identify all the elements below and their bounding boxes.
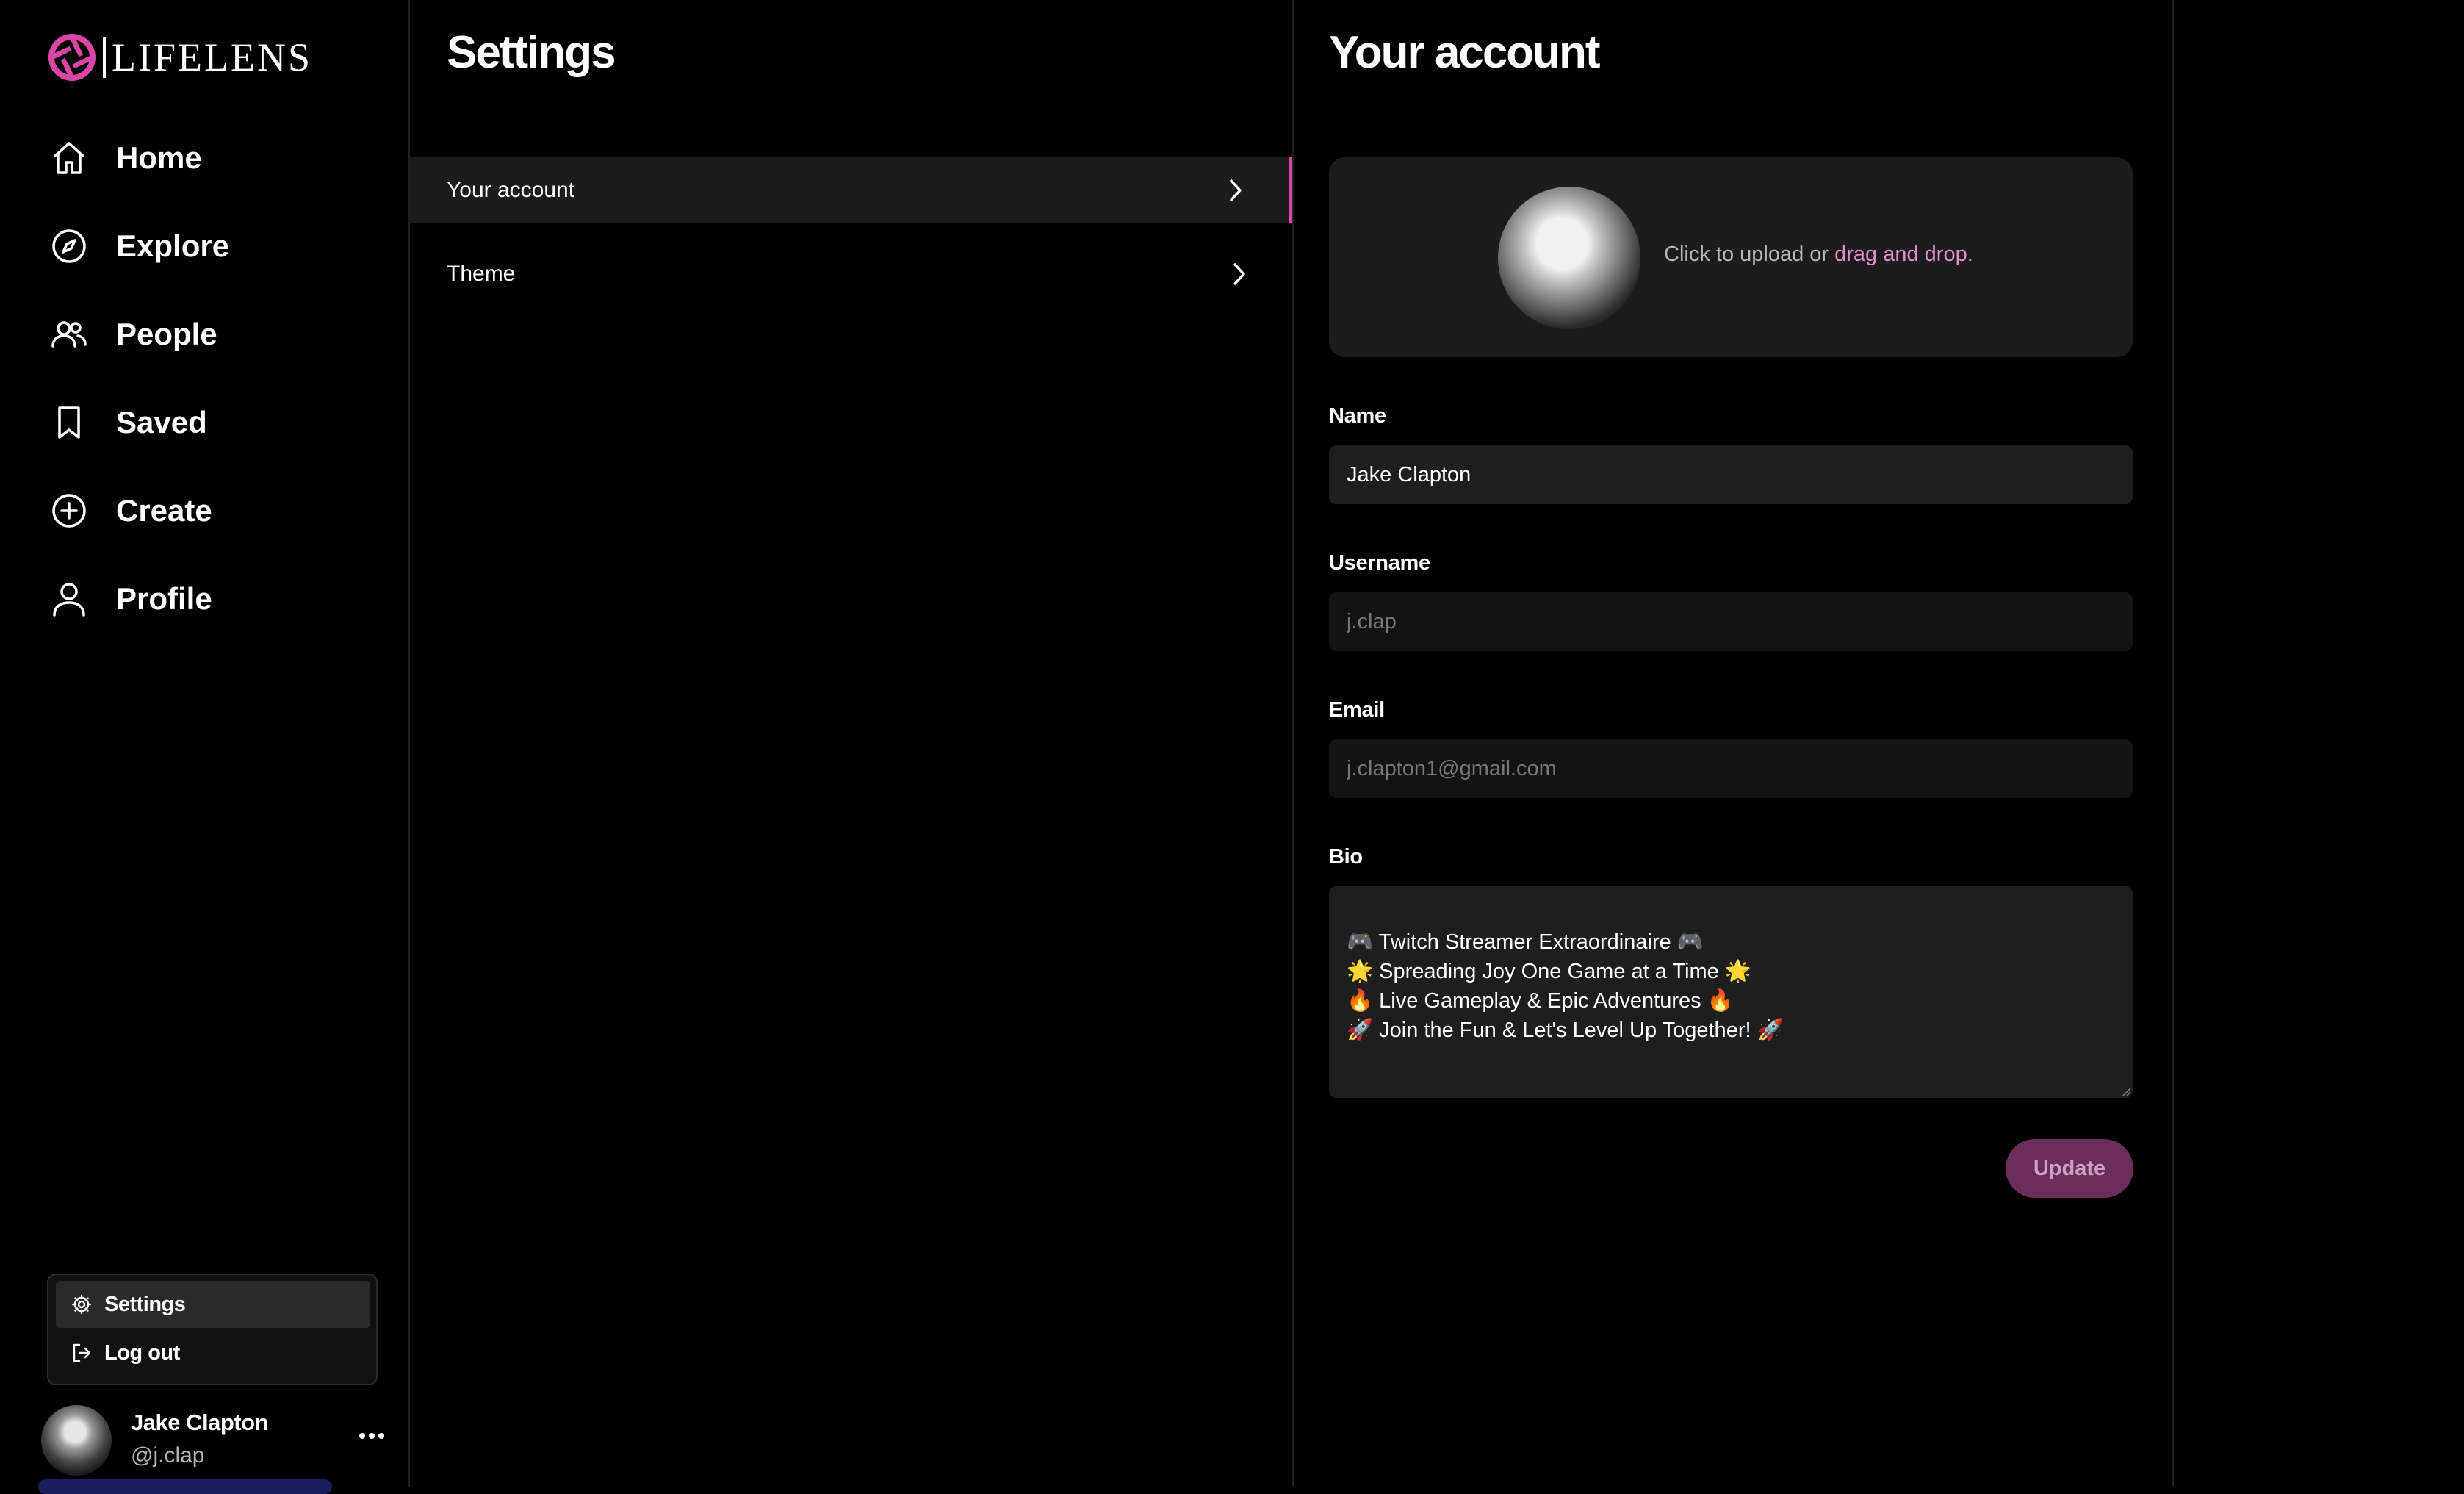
settings-item-label: Your account bbox=[447, 178, 575, 202]
avatar-upload-dropzone[interactable]: Click to upload or drag and drop. bbox=[1329, 157, 2133, 357]
settings-item-your-account[interactable]: Your account bbox=[410, 157, 1292, 223]
aperture-logo-icon bbox=[48, 34, 96, 81]
name-label: Name bbox=[1329, 404, 1386, 428]
nav-item-create[interactable]: Create bbox=[0, 467, 408, 555]
home-icon bbox=[53, 142, 85, 174]
bottom-strip bbox=[38, 1479, 332, 1494]
drag-and-drop-link[interactable]: drag and drop. bbox=[1834, 243, 1973, 266]
avatar[interactable] bbox=[41, 1405, 112, 1476]
profile-photo bbox=[1498, 187, 1640, 329]
gear-icon bbox=[71, 1294, 92, 1315]
nav-label-explore: Explore bbox=[116, 229, 230, 263]
main-nav: Home Explore People Saved Create Profile bbox=[0, 114, 408, 643]
chevron-right-icon bbox=[1233, 263, 1245, 285]
page-title: Settings bbox=[447, 27, 616, 78]
bio-label: Bio bbox=[1329, 845, 1363, 869]
chevron-right-icon bbox=[1230, 179, 1242, 201]
update-button[interactable]: Update bbox=[2006, 1139, 2133, 1198]
username-label: Username bbox=[1329, 551, 1430, 575]
account-menu-popup: Settings Log out bbox=[47, 1274, 378, 1385]
sidebar: LIFELENS Home Explore People Saved Creat… bbox=[0, 0, 410, 1494]
current-user-card[interactable]: Jake Clapton @j.clap bbox=[41, 1402, 394, 1476]
more-icon[interactable] bbox=[357, 1429, 386, 1443]
bio-text: 🎮 Twitch Streamer Extraordinaire 🎮 🌟 Spr… bbox=[1347, 930, 1784, 1042]
bio-textarea[interactable]: 🎮 Twitch Streamer Extraordinaire 🎮 🌟 Spr… bbox=[1329, 886, 2133, 1098]
bookmark-icon bbox=[58, 406, 80, 439]
nav-item-saved[interactable]: Saved bbox=[0, 378, 408, 467]
menu-item-logout[interactable]: Log out bbox=[56, 1329, 370, 1376]
user-handle: @j.clap bbox=[131, 1443, 205, 1468]
upload-instructions: Click to upload or drag and drop. bbox=[1664, 243, 1973, 267]
nav-item-explore[interactable]: Explore bbox=[0, 202, 408, 290]
name-field[interactable] bbox=[1329, 445, 2133, 504]
app-logo[interactable]: LIFELENS bbox=[48, 31, 312, 84]
nav-label-home: Home bbox=[116, 140, 202, 175]
email-field bbox=[1329, 739, 2133, 798]
nav-label-profile: Profile bbox=[116, 581, 212, 616]
nav-item-home[interactable]: Home bbox=[0, 114, 408, 202]
user-icon bbox=[53, 583, 85, 617]
nav-label-people: People bbox=[116, 317, 217, 351]
menu-label-logout: Log out bbox=[104, 1340, 180, 1365]
settings-panel: Settings Your account Theme bbox=[410, 0, 1294, 1487]
upload-prefix: Click to upload or bbox=[1664, 243, 1835, 266]
people-icon bbox=[51, 321, 87, 348]
account-panel: Your account Click to upload or drag and… bbox=[1294, 0, 2174, 1487]
username-field bbox=[1329, 592, 2133, 651]
nav-label-create: Create bbox=[116, 493, 212, 528]
user-name: Jake Clapton bbox=[131, 1409, 268, 1435]
plus-circle-icon bbox=[52, 494, 86, 528]
email-label: Email bbox=[1329, 698, 1385, 722]
resize-grip-icon[interactable] bbox=[2119, 1085, 2131, 1096]
nav-item-profile[interactable]: Profile bbox=[0, 555, 408, 643]
menu-item-settings[interactable]: Settings bbox=[56, 1281, 370, 1328]
logout-icon bbox=[73, 1343, 91, 1362]
app-name: LIFELENS bbox=[112, 35, 312, 79]
settings-item-label: Theme bbox=[447, 262, 516, 286]
menu-label-settings: Settings bbox=[104, 1292, 186, 1316]
settings-item-theme[interactable]: Theme bbox=[410, 241, 1292, 307]
logo-divider bbox=[103, 37, 106, 78]
nav-item-people[interactable]: People bbox=[0, 290, 408, 378]
section-title: Your account bbox=[1329, 27, 1601, 78]
compass-icon bbox=[52, 229, 86, 263]
nav-label-saved: Saved bbox=[116, 405, 207, 439]
